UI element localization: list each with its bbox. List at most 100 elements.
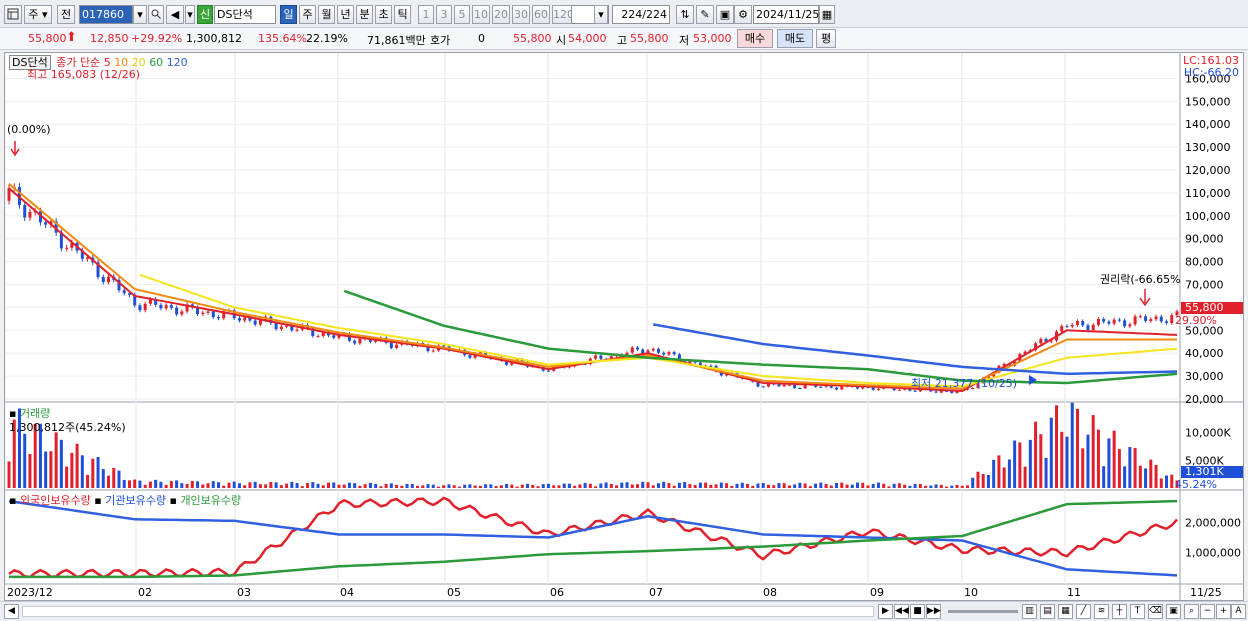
candle-body <box>1039 339 1043 344</box>
interval-tab-10[interactable]: 10 <box>472 5 490 24</box>
speed-slider[interactable] <box>948 610 1018 613</box>
volume-bar <box>290 481 294 488</box>
candle-body <box>1170 315 1174 323</box>
period-tab-0[interactable]: 일 <box>280 5 297 24</box>
font-size-icon[interactable]: A <box>1231 604 1246 619</box>
start-pct-label: (0.00%) <box>7 123 51 136</box>
volume-bar <box>421 485 425 488</box>
candle-body <box>1159 316 1163 322</box>
interval-tab-5[interactable]: 5 <box>454 5 470 24</box>
data-count-field[interactable]: 224/224 <box>612 5 670 24</box>
ma-line-10 <box>8 183 1177 390</box>
volume-bar <box>164 484 168 488</box>
screenshot-icon[interactable]: ▣ <box>1166 604 1181 619</box>
period-tab-5[interactable]: 초 <box>375 5 392 24</box>
candle-body <box>468 355 472 358</box>
volume-bar <box>615 485 619 488</box>
volume-bar <box>222 485 226 488</box>
speaker-icon[interactable]: ◀ <box>166 5 184 24</box>
candle-body <box>662 352 666 355</box>
volume-bar <box>709 484 713 488</box>
fast-forward-icon[interactable]: ▶▶ <box>926 604 941 619</box>
calendar-icon[interactable]: ▦ <box>819 5 835 24</box>
date-field[interactable]: 2024/11/25 <box>753 5 819 24</box>
candle-body <box>656 348 660 353</box>
trend-line-icon[interactable]: ╱ <box>1076 604 1091 619</box>
period-tab-6[interactable]: 틱 <box>394 5 411 24</box>
horizontal-scrollbar[interactable] <box>22 606 874 617</box>
candle-body <box>1138 316 1142 318</box>
holder-y-tick-0: 2,000,000 <box>1185 516 1241 529</box>
volume-bar <box>237 483 241 488</box>
high-price: 55,800 <box>630 32 669 45</box>
interval-dropdown-button[interactable]: ▾ <box>594 5 608 24</box>
volume-bar <box>1065 436 1069 488</box>
eval-button[interactable]: 평 <box>816 29 836 48</box>
period-tab-3[interactable]: 년 <box>337 5 354 24</box>
stock-code-input[interactable]: 017860 <box>79 5 133 24</box>
gear-icon[interactable]: ⚙ <box>734 5 752 24</box>
volume-bar <box>300 486 304 488</box>
candle-body <box>1165 321 1169 323</box>
eraser-icon[interactable]: ⌫ <box>1148 604 1163 619</box>
ma-legend-120: 120 <box>166 56 188 69</box>
zoom-out-icon[interactable]: − <box>1200 604 1215 619</box>
x-tick-5: 06 <box>550 586 564 599</box>
period-tab-1[interactable]: 주 <box>299 5 316 24</box>
volume-bar <box>960 485 964 488</box>
volume-bar <box>1023 466 1027 488</box>
play-icon[interactable]: ▶ <box>878 604 893 619</box>
volume-bar <box>463 484 467 488</box>
interval-tab-30[interactable]: 30 <box>512 5 530 24</box>
interval-tab-3[interactable]: 3 <box>436 5 452 24</box>
text-tool-icon[interactable]: T <box>1130 604 1145 619</box>
split-icon[interactable]: ▤ <box>1040 604 1055 619</box>
stock-name-field[interactable]: DS단석 <box>214 5 276 24</box>
volume-bar <box>798 482 802 488</box>
fib-icon[interactable]: ≋ <box>1094 604 1109 619</box>
volume-bar <box>274 482 278 488</box>
speaker-dropdown-button[interactable]: ▾ <box>185 5 195 24</box>
compare-icon[interactable]: ⇅ <box>676 5 694 24</box>
interval-tab-20[interactable]: 20 <box>492 5 510 24</box>
hoga-price: 55,800 <box>513 32 552 45</box>
data-count-total: /224 <box>642 8 667 21</box>
interval-tab-60[interactable]: 60 <box>532 5 550 24</box>
volume-bar <box>306 483 310 488</box>
chart-canvas[interactable]: 2023/12 02 03 04 05 06 07 08 09 10 11 11/25160,0001… <box>5 53 1243 600</box>
sell-button[interactable]: 매도 <box>777 29 813 48</box>
last-pct-label: 29.90% <box>1175 314 1217 327</box>
layout-icon[interactable]: ▥ <box>1022 604 1037 619</box>
volume-bar <box>562 483 566 488</box>
zoom-in-icon[interactable]: + <box>1216 604 1231 619</box>
scroll-left-icon[interactable]: ◀ <box>4 604 19 619</box>
candle-body <box>1123 320 1127 327</box>
volume-bar <box>426 484 430 488</box>
period-tab-2[interactable]: 월 <box>318 5 335 24</box>
code-dropdown-button[interactable]: ▾ <box>133 5 147 24</box>
volume-bar <box>484 484 488 488</box>
crosshair-icon[interactable]: ┼ <box>1112 604 1127 619</box>
volume-bar <box>101 469 105 488</box>
search-icon[interactable] <box>148 5 164 24</box>
grid-menu-icon[interactable] <box>4 5 22 24</box>
volume-pct-label: 45.24% <box>1175 478 1217 491</box>
interval-tab-1[interactable]: 1 <box>418 5 434 24</box>
min-price-label: 최저 21,377 (10/25) <box>911 377 1018 390</box>
candle-body <box>897 389 901 391</box>
zoom-search-icon[interactable]: ⌕ <box>1184 604 1199 619</box>
buy-button[interactable]: 매수 <box>737 29 773 48</box>
draw-tool-icon[interactable]: ✎ <box>696 5 714 24</box>
period-tab-4[interactable]: 분 <box>356 5 373 24</box>
up-arrow-icon: ⬆ <box>66 30 77 45</box>
save-icon[interactable]: ▣ <box>716 5 734 24</box>
volume-bar <box>279 485 283 488</box>
stop-icon[interactable]: ■ <box>910 604 925 619</box>
rewind-icon[interactable]: ◀◀ <box>894 604 909 619</box>
candle-body <box>934 391 938 393</box>
grid-icon[interactable]: ▦ <box>1058 604 1073 619</box>
chart-area[interactable]: 2023/12 02 03 04 05 06 07 08 09 10 11 11/25 160,000 1… <box>4 52 1244 601</box>
market-type-select[interactable]: 주 ▾ <box>24 5 52 24</box>
prev-button[interactable]: 전 <box>57 5 75 24</box>
candle-body <box>1154 316 1158 320</box>
